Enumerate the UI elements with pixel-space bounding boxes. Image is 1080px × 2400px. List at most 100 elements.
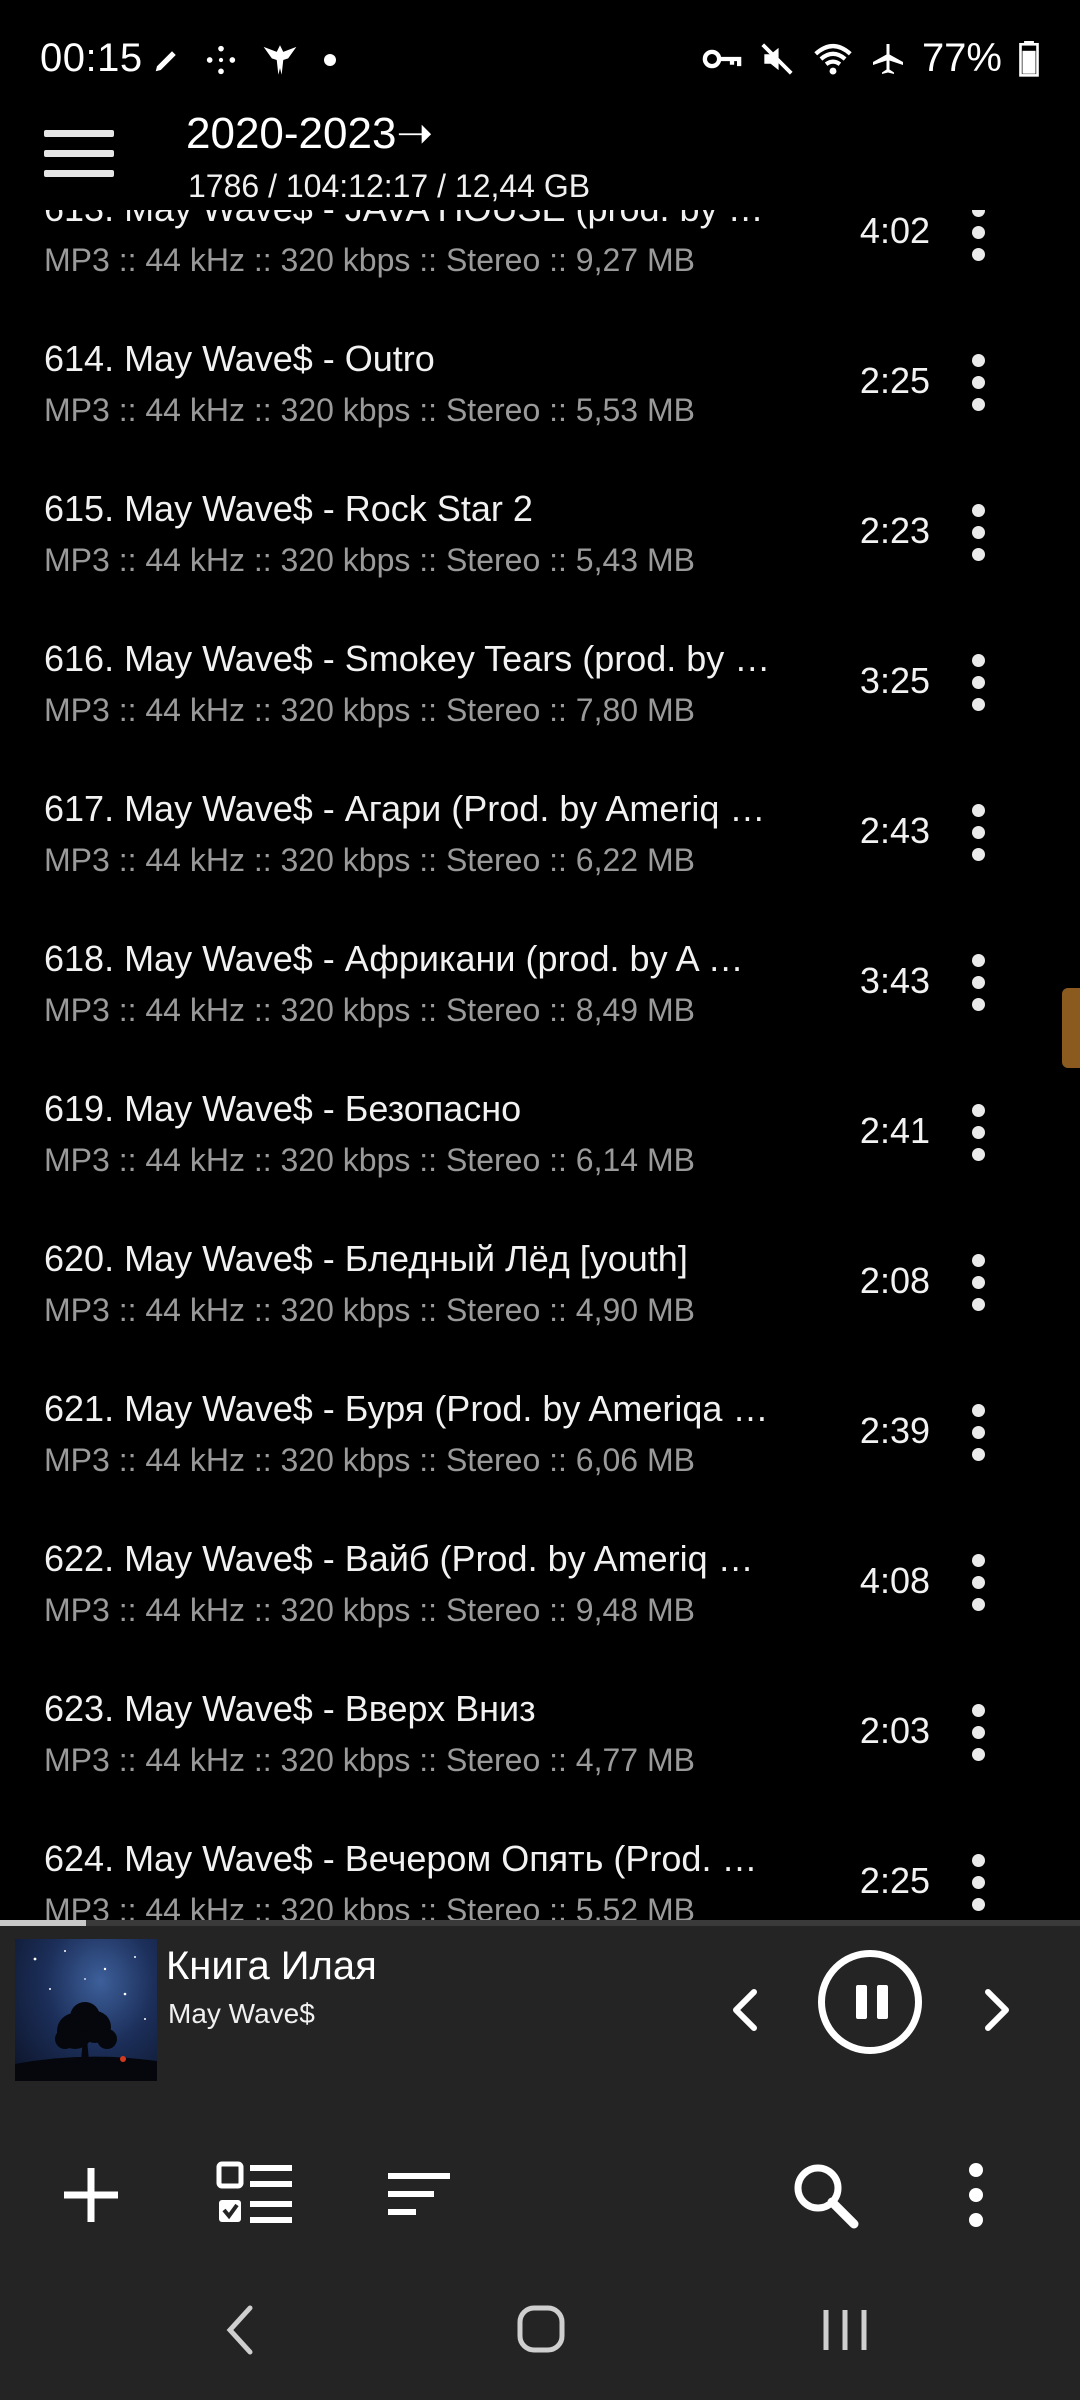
add-button[interactable]	[56, 2160, 126, 2230]
more-vert-icon	[972, 210, 985, 217]
progress-fill	[0, 1920, 87, 1926]
multiselect-button[interactable]	[216, 2160, 292, 2230]
sparkle-icon	[206, 45, 236, 75]
previous-button[interactable]	[716, 1980, 776, 2040]
track-row[interactable]: 617. May Wave$ - Агари (Prod. by Ameriq …	[0, 750, 1080, 900]
more-vert-icon	[972, 1254, 985, 1267]
track-row[interactable]: 616. May Wave$ - Smokey Tears (prod. by …	[0, 600, 1080, 750]
track-duration: 2:23	[859, 510, 930, 551]
music-player-screen: 00:15 77% 2020-2023➝ 1786 / 104:12:17 / …	[0, 0, 1080, 2400]
now-playing-title: Книга Илая	[166, 1944, 377, 1988]
search-icon	[794, 2164, 859, 2229]
more-vert-icon	[972, 354, 985, 367]
track-meta: MP3 :: 44 kHz :: 320 kbps :: Stereo :: 9…	[44, 242, 695, 278]
pause-icon	[856, 1985, 867, 2019]
muted-icon	[761, 42, 793, 75]
track-more-button[interactable]	[966, 796, 990, 866]
chevron-left-icon	[733, 1989, 757, 2031]
track-meta: MP3 :: 44 kHz :: 320 kbps :: Stereo :: 6…	[44, 842, 695, 878]
track-more-button[interactable]	[966, 1096, 990, 1166]
track-meta: MP3 :: 44 kHz :: 320 kbps :: Stereo :: 5…	[44, 392, 695, 428]
track-title: 616. May Wave$ - Smokey Tears (prod. by …	[44, 638, 771, 679]
track-duration: 2:03	[859, 1710, 930, 1751]
track-row[interactable]: 624. May Wave$ - Вечером Опять (Prod. … M…	[0, 1800, 1080, 1920]
search-button[interactable]	[790, 2160, 860, 2230]
more-vert-icon	[972, 1104, 985, 1117]
track-duration: 4:02	[859, 210, 930, 251]
next-button[interactable]	[966, 1980, 1026, 2040]
track-title: 622. May Wave$ - Вайб (Prod. by Ameriq …	[44, 1538, 754, 1579]
playlist-title: 2020-2023➝	[186, 109, 434, 158]
album-art[interactable]	[15, 1939, 157, 2081]
more-options-button[interactable]	[956, 2160, 996, 2230]
track-more-button[interactable]	[966, 646, 990, 716]
track-more-button[interactable]	[966, 496, 990, 566]
nav-back-button[interactable]	[206, 2300, 276, 2360]
vpn-key-icon	[702, 49, 742, 68]
track-list-inner: 613. May Wave$ - JAVA HOUSE (prod. by … M…	[0, 210, 1080, 1920]
more-vert-icon	[972, 1404, 985, 1417]
menu-button[interactable]	[44, 122, 114, 182]
track-row[interactable]: 615. May Wave$ - Rock Star 2 MP3 :: 44 kH…	[0, 450, 1080, 600]
track-title: 623. May Wave$ - Вверх Вниз	[44, 1688, 536, 1729]
track-row[interactable]: 619. May Wave$ - Безопасно MP3 :: 44 kHz …	[0, 1050, 1080, 1200]
chevron-right-icon	[985, 1989, 1009, 2031]
dot-icon	[324, 54, 336, 66]
battery-percent: 77%	[921, 36, 1002, 80]
nav-recents-button[interactable]	[810, 2300, 880, 2360]
track-title: 615. May Wave$ - Rock Star 2	[44, 488, 533, 529]
track-title: 620. May Wave$ - Бледный Лёд [youth]	[44, 1238, 688, 1279]
track-more-button[interactable]	[966, 1246, 990, 1316]
status-time: 00:15	[40, 36, 143, 80]
menu-icon	[44, 130, 114, 137]
track-more-button[interactable]	[966, 1546, 990, 1616]
track-duration: 3:43	[859, 960, 930, 1001]
home-icon	[517, 2305, 565, 2353]
track-row[interactable]: 620. May Wave$ - Бледный Лёд [youth] MP3 …	[0, 1200, 1080, 1350]
sort-icon	[388, 2173, 450, 2215]
track-meta: MP3 :: 44 kHz :: 320 kbps :: Stereo :: 8…	[44, 992, 695, 1028]
wifi-icon	[814, 43, 852, 75]
multiselect-icon	[216, 2161, 292, 2223]
playlist-stats: 1786 / 104:12:17 / 12,44 GB	[188, 168, 591, 204]
status-left-icons	[152, 42, 338, 78]
track-duration: 2:41	[859, 1110, 930, 1151]
track-more-button[interactable]	[966, 1846, 990, 1916]
sort-button[interactable]	[384, 2160, 454, 2230]
progress-track	[0, 1920, 1080, 1926]
system-nav-bar	[0, 2260, 1080, 2400]
now-playing-bar[interactable]: Книга Илая May Wave$	[0, 1920, 1080, 2090]
track-row[interactable]: 621. May Wave$ - Буря (Prod. by Ameriqa …	[0, 1350, 1080, 1500]
scrollbar-thumb[interactable]	[1062, 988, 1080, 1068]
track-meta: MP3 :: 44 kHz :: 320 kbps :: Stereo :: 6…	[44, 1442, 695, 1478]
track-more-button[interactable]	[966, 946, 990, 1016]
more-vert-icon	[972, 504, 985, 517]
track-row[interactable]: 622. May Wave$ - Вайб (Prod. by Ameriq ……	[0, 1500, 1080, 1650]
track-row[interactable]: 623. May Wave$ - Вверх Вниз MP3 :: 44 kHz…	[0, 1650, 1080, 1800]
track-more-button[interactable]	[966, 1396, 990, 1466]
track-row[interactable]: 618. May Wave$ - Африкани (prod. by A … M…	[0, 900, 1080, 1050]
recents-icon	[823, 2310, 867, 2350]
track-more-button[interactable]	[966, 210, 990, 266]
nav-home-button[interactable]	[506, 2300, 576, 2360]
track-meta: MP3 :: 44 kHz :: 320 kbps :: Stereo :: 7…	[44, 692, 695, 728]
track-more-button[interactable]	[966, 1696, 990, 1766]
more-vert-icon	[972, 654, 985, 667]
now-playing-artist: May Wave$	[168, 1998, 315, 2029]
track-more-button[interactable]	[966, 346, 990, 416]
more-vert-icon	[972, 1854, 985, 1867]
track-meta: MP3 :: 44 kHz :: 320 kbps :: Stereo :: 5…	[44, 1892, 695, 1920]
airplane-icon	[872, 43, 903, 74]
track-title: 618. May Wave$ - Африкани (prod. by A …	[44, 938, 744, 979]
track-title: 617. May Wave$ - Агари (Prod. by Ameriq …	[44, 788, 766, 829]
more-vert-icon	[972, 1554, 985, 1567]
more-vert-icon	[969, 2163, 983, 2227]
track-list[interactable]: 613. May Wave$ - JAVA HOUSE (prod. by … M…	[0, 210, 1080, 1920]
track-row[interactable]: 613. May Wave$ - JAVA HOUSE (prod. by … M…	[0, 210, 1080, 300]
track-title: 619. May Wave$ - Безопасно	[44, 1088, 522, 1129]
pause-button[interactable]	[818, 1950, 922, 2054]
track-row[interactable]: 614. May Wave$ - OutroMP3 :: 44 kHz :: 3…	[0, 300, 1080, 450]
track-title: 613. May Wave$ - JAVA HOUSE (prod. by …	[44, 210, 814, 230]
track-title: 614. May Wave$ - Outro	[44, 338, 435, 379]
track-duration: 2:08	[859, 1260, 930, 1301]
